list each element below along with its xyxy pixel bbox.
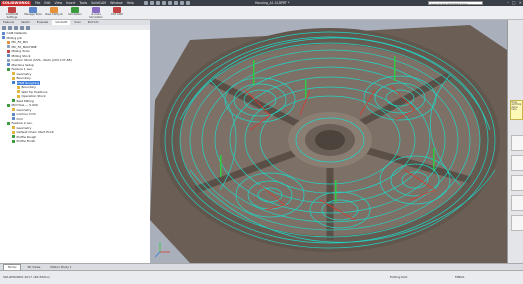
tree-node-icon [12,99,15,103]
tree-item-label: Profile Finish [16,139,36,143]
tree-node-icon [12,130,15,134]
cam-tree: CAM-Defaults Milling Job MC_Fit_Mill MC_Fit… [0,30,150,144]
display-icon[interactable] [26,25,30,30]
status-bar: SOLIDWORKS 2017 x64 Edition Editing Part… [0,270,523,284]
ribbon-button-label: SolidCAM Settings [5,13,19,19]
tree-node-icon [7,63,10,67]
menu-bar: File Edit View Insert Tools SolidCAM Window Hel… [35,1,134,5]
model-tabs: Model 3D Views Motion Study 1 [0,263,523,271]
task-pane: Drag and drop items here [507,20,523,263]
tree-node-icon [12,126,15,130]
tree-node-icon [7,58,10,62]
tree-node-icon [2,36,5,40]
tree-node-icon [12,72,15,76]
design-library-thumbnail[interactable] [511,155,523,171]
tab-motion-study-1[interactable]: Motion Study 1 [46,265,75,270]
ribbon-button-4[interactable]: G-Code Simulation [87,6,105,20]
menu-item-help[interactable]: Help [127,1,134,5]
undo-icon[interactable] [167,1,172,5]
tree-node-icon [12,117,15,121]
ribbon-button-2[interactable]: New CAM Job [45,6,63,17]
ribbon-button-label: G-Code Simulation [89,13,103,19]
design-library-thumbnail[interactable] [511,175,523,191]
tab-3d-views[interactable]: 3D Views [23,265,44,270]
print-icon[interactable] [161,1,166,5]
design-library-thumbnail[interactable] [511,135,523,151]
app-logo: SOLIDWORKS [1,0,31,6]
tree-node-icon [12,81,15,85]
menu-item-view[interactable]: View [55,1,63,5]
open-icon[interactable] [149,1,154,5]
rebuild-icon[interactable] [179,1,184,5]
save-icon[interactable] [155,1,160,5]
close-icon[interactable]: × [519,0,522,5]
tree-node-icon [7,121,10,125]
ribbon-button-label: Simulation [68,13,82,16]
ribbon-button-0[interactable]: SolidCAM Settings [3,6,21,20]
quick-access-toolbar [143,1,190,5]
tree-node-icon [7,103,10,107]
config-icon[interactable] [14,25,18,30]
status-version: SOLIDWORKS 2017 x64 Edition [3,275,50,279]
options-icon[interactable] [185,1,190,5]
property-icon[interactable] [8,25,12,30]
cam-icon[interactable] [20,25,24,30]
tree-node-icon [7,40,10,44]
menu-item-tools[interactable]: Tools [79,1,87,5]
solidcam-manager-panel: CAM-Defaults Milling Job MC_Fit_Mill MC_Fit… [0,25,151,263]
menu-item-insert[interactable]: Insert [66,1,75,5]
design-library-thumbnail[interactable] [511,195,523,211]
ribbon-button-1[interactable]: Manage Tools [24,6,42,17]
design-library-thumbnail[interactable] [511,215,523,231]
tree-node-icon [12,135,15,139]
search-input[interactable]: Search SOLIDWORKS Help [428,1,483,6]
ribbon-button-5[interactable]: Exit CAM [108,6,126,17]
tree-node-icon [12,108,15,112]
menu-item-window[interactable]: Window [110,1,123,5]
maximize-icon[interactable]: □ [512,0,516,5]
ribbon-button-label: Exit CAM [111,13,123,16]
hub-bore [315,130,345,150]
tree-node-icon [7,54,10,58]
select-icon[interactable] [173,1,178,5]
status-units[interactable]: MMGS [455,275,464,279]
minimize-icon[interactable]: – [507,0,509,5]
ribbon-button-label: New CAM Job [45,13,63,16]
tree-node-icon [12,139,15,143]
ribbon-button-label: Manage Tools [24,13,42,16]
tree-node-icon [7,49,10,53]
tree-node-icon [12,112,15,116]
tree-item[interactable]: Profile Finish [2,139,150,144]
tree-node-icon [17,85,20,89]
tree-node-icon [12,76,15,80]
ribbon-button-3[interactable]: Simulation [66,6,84,17]
toolpath-view[interactable] [150,20,507,263]
new-icon[interactable] [143,1,148,5]
menu-item-solidcam[interactable]: SolidCAM [91,1,106,5]
tree-node-icon [7,45,10,49]
feature-tree-icon[interactable] [2,25,6,30]
window-controls: – □ × [507,0,522,5]
menu-item-file[interactable]: File [35,1,40,5]
graphics-viewport[interactable] [150,20,507,263]
tree-node-icon [2,31,5,35]
tree-node-icon [17,94,20,98]
task-pane-tip: Drag and drop items here [510,100,523,120]
tree-node-icon [17,90,20,94]
menu-item-edit[interactable]: Edit [44,1,50,5]
tree-node-icon [7,67,10,71]
command-manager: SolidCAM Settings Manage Tools New CAM Job… [0,6,523,20]
status-mode: Editing Part [390,275,408,279]
